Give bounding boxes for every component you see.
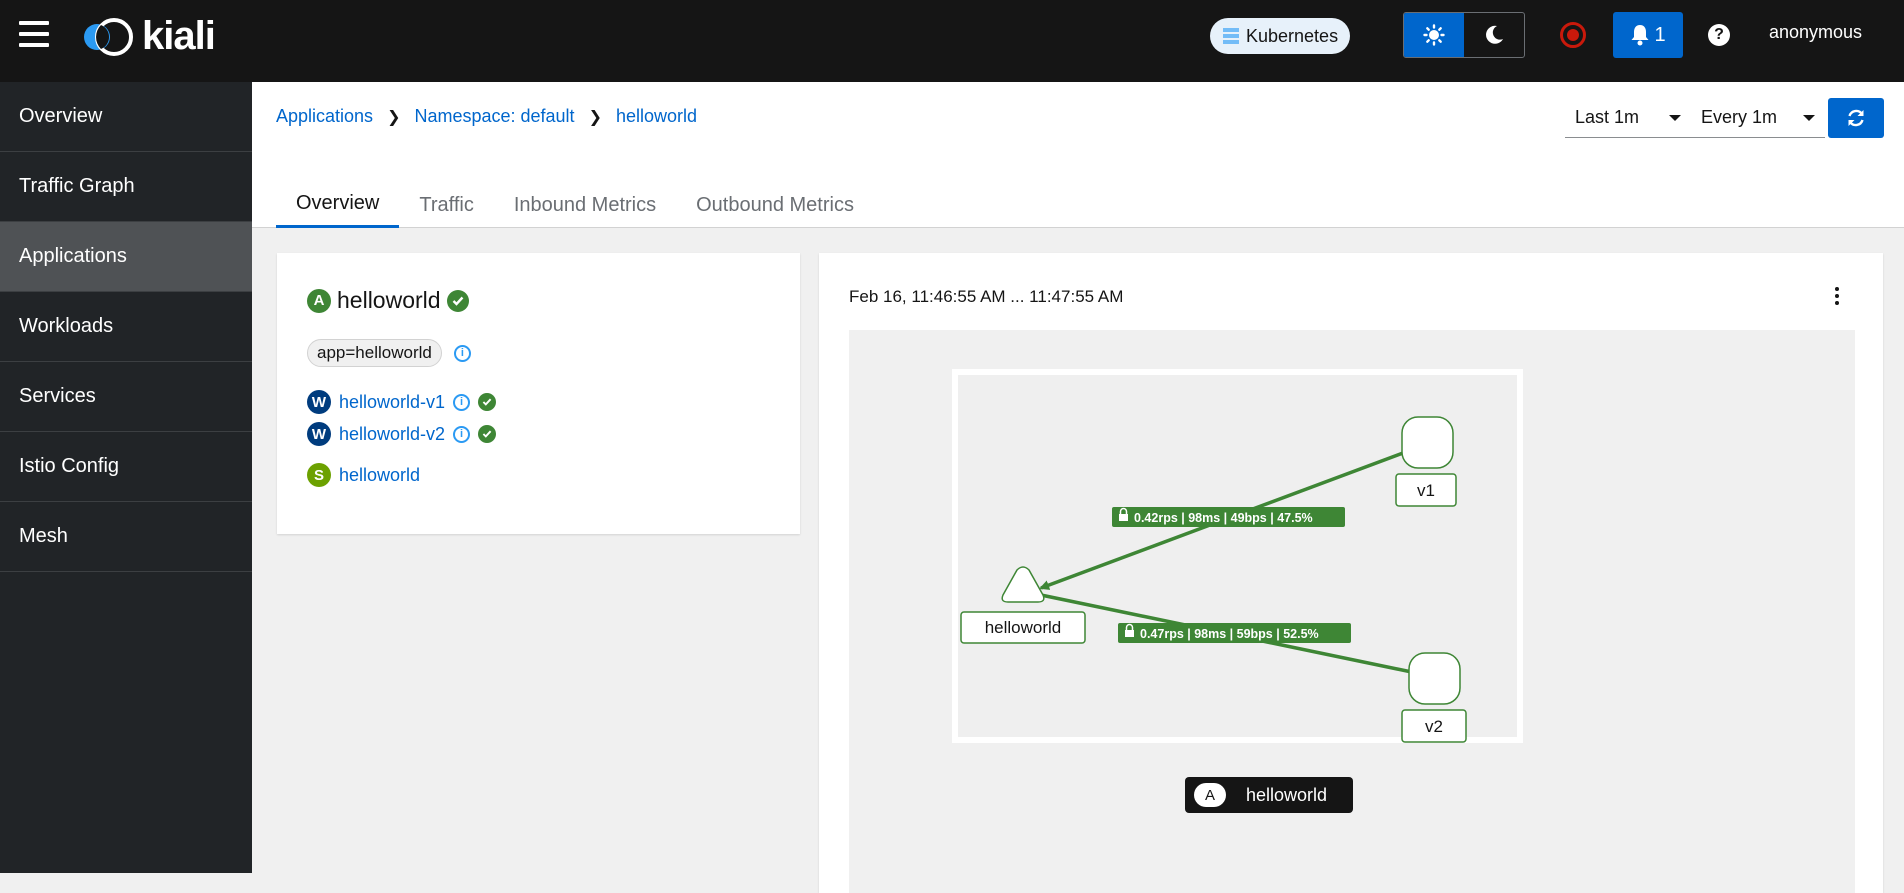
workload-link[interactable]: helloworld-v2	[339, 424, 445, 445]
sync-icon	[1848, 109, 1864, 127]
app-description-card: A helloworld app=helloworld i W hellowor…	[277, 253, 800, 534]
health-check-icon[interactable]	[478, 393, 497, 411]
v2-node[interactable]	[1408, 652, 1461, 705]
refresh-interval-select[interactable]: Every 1m	[1691, 98, 1825, 138]
refresh-interval-value: Every 1m	[1701, 107, 1778, 127]
tab-outbound-metrics[interactable]: Outbound Metrics	[676, 182, 874, 228]
v1-node[interactable]	[1401, 416, 1454, 469]
sidebar-item-applications[interactable]: Applications	[0, 222, 252, 292]
workload-item: W helloworld-v1 i	[307, 390, 497, 414]
hamburger-menu-icon[interactable]	[19, 21, 49, 47]
info-icon[interactable]: i	[453, 425, 471, 443]
info-icon[interactable]: i	[453, 393, 471, 411]
caret-down-icon	[1669, 114, 1681, 121]
edge-label-v1-text: 0.42rps | 98ms | 49bps | 47.5%	[1134, 511, 1313, 525]
breadcrumb-app[interactable]: helloworld	[616, 106, 697, 127]
server-icon	[1223, 28, 1239, 44]
graph-time-range: Feb 16, 11:46:55 AM ... 11:47:55 AM	[849, 287, 1124, 306]
page-header: Applications ❯ Namespace: default ❯ hell…	[252, 82, 1904, 228]
record-icon[interactable]	[1560, 22, 1586, 48]
app-badge: A	[307, 288, 331, 313]
masthead: kiali Kubernetes 1 ? anonymous	[0, 0, 1904, 82]
workload-item: W helloworld-v2 i	[307, 422, 497, 446]
logo-text: kiali	[142, 14, 216, 58]
moon-icon	[1486, 25, 1503, 44]
tab-inbound-metrics[interactable]: Inbound Metrics	[494, 182, 676, 228]
tabs: Overview Traffic Inbound Metrics Outboun…	[276, 182, 874, 228]
v1-node-label: v1	[1417, 481, 1435, 500]
notification-count: 1	[1654, 23, 1666, 46]
graph-area: 0.42rps | 98ms | 49bps | 47.5% 0.47rps |…	[849, 330, 1855, 893]
app-name: helloworld	[337, 287, 441, 313]
kebab-menu-icon[interactable]	[1831, 287, 1843, 305]
graph-card: Feb 16, 11:46:55 AM ... 11:47:55 AM 0.42…	[819, 253, 1883, 893]
cluster-label: Kubernetes	[1246, 25, 1339, 46]
traffic-graph[interactable]: 0.42rps | 98ms | 49bps | 47.5% 0.47rps |…	[849, 330, 1855, 770]
chevron-right-icon: ❯	[588, 108, 602, 126]
graph-legend: A helloworld	[1185, 777, 1353, 813]
sidebar-item-workloads[interactable]: Workloads	[0, 292, 252, 362]
dark-theme-button[interactable]	[1464, 13, 1524, 57]
refresh-button[interactable]	[1828, 98, 1884, 138]
sidebar-item-mesh[interactable]: Mesh	[0, 502, 252, 572]
service-link[interactable]: helloworld	[339, 465, 420, 486]
sidebar: Overview Traffic Graph Applications Work…	[0, 82, 252, 873]
edge-label-v2: 0.47rps | 98ms | 59bps | 52.5%	[1118, 623, 1351, 643]
breadcrumb-namespace[interactable]: Namespace: default	[414, 106, 574, 127]
cluster-chip[interactable]: Kubernetes	[1210, 18, 1351, 54]
sidebar-item-istio-config[interactable]: Istio Config	[0, 432, 252, 502]
edge-label-v2-text: 0.47rps | 98ms | 59bps | 52.5%	[1140, 627, 1319, 641]
label-chip: app=helloworld	[307, 339, 442, 367]
kiali-logo[interactable]: kiali	[78, 14, 216, 59]
sidebar-item-services[interactable]: Services	[0, 362, 252, 432]
bell-icon	[1631, 25, 1649, 46]
health-check-icon[interactable]	[478, 425, 497, 443]
sidebar-item-traffic-graph[interactable]: Traffic Graph	[0, 152, 252, 222]
tab-overview[interactable]: Overview	[276, 182, 400, 228]
sun-icon	[1423, 24, 1445, 46]
caret-down-icon	[1803, 114, 1815, 121]
v2-node-label: v2	[1425, 717, 1443, 736]
app-node-label: helloworld	[985, 618, 1062, 637]
light-theme-button[interactable]	[1404, 13, 1464, 57]
service-item: S helloworld	[307, 463, 420, 487]
app-title: A helloworld	[307, 287, 469, 314]
theme-toggle[interactable]	[1403, 12, 1525, 58]
tab-traffic[interactable]: Traffic	[399, 182, 493, 228]
app-labels: app=helloworld i	[307, 339, 471, 367]
notifications-button[interactable]: 1	[1613, 12, 1683, 58]
sidebar-item-overview[interactable]: Overview	[0, 82, 252, 152]
chevron-right-icon: ❯	[387, 108, 401, 126]
edge-label-v1: 0.42rps | 98ms | 49bps | 47.5%	[1112, 507, 1345, 527]
legend-label: helloworld	[1246, 784, 1328, 805]
service-badge: S	[307, 463, 331, 487]
breadcrumb: Applications ❯ Namespace: default ❯ hell…	[276, 106, 697, 127]
user-menu[interactable]: anonymous	[1769, 22, 1862, 43]
duration-value: Last 1m	[1575, 107, 1640, 127]
workload-link[interactable]: helloworld-v1	[339, 392, 445, 413]
health-check-icon[interactable]	[446, 289, 469, 312]
kiali-logo-icon	[84, 17, 133, 56]
legend-app-badge: A	[1194, 783, 1226, 807]
help-icon[interactable]: ?	[1708, 24, 1730, 46]
breadcrumb-applications[interactable]: Applications	[276, 106, 373, 127]
info-icon[interactable]: i	[453, 344, 471, 362]
workload-badge: W	[307, 422, 331, 446]
duration-select[interactable]: Last 1m	[1565, 98, 1691, 138]
workload-badge: W	[307, 390, 331, 414]
